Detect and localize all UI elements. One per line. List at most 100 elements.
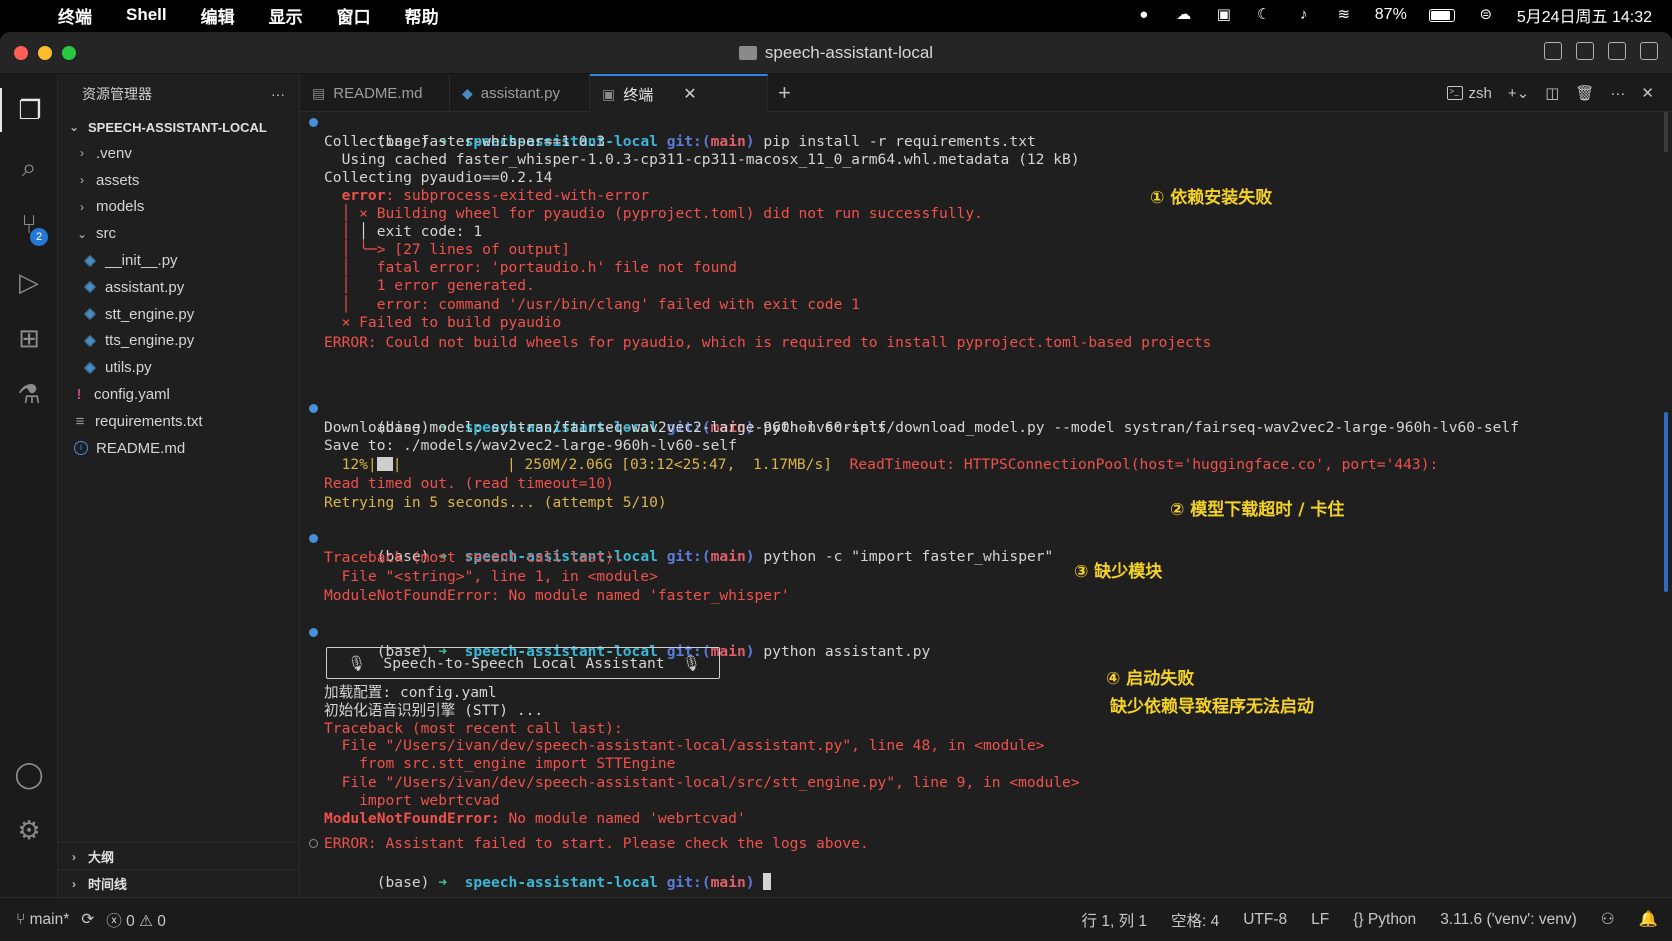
menu-app[interactable]: 终端 — [42, 3, 109, 28]
window-title: speech-assistant-local — [738, 43, 933, 63]
tree-item-label: .venv — [96, 144, 132, 162]
annotation-dependency-install-failed: ① 依赖安装失败 — [1150, 188, 1273, 208]
prompt-env: (base) — [376, 874, 430, 891]
terminal-cursor — [763, 873, 772, 890]
prompt-arrow: ➜ — [438, 874, 448, 891]
accounts-icon[interactable]: ◯ — [0, 752, 58, 796]
tree-item-assets[interactable]: › assets — [58, 167, 299, 194]
python-interpreter[interactable]: 3.11.6 ('venv': venv) — [1440, 911, 1577, 929]
activity-bar: ❐ ⌕ ⑂ 2 ▷ ⊞ ⚗ ◯ ⚙ — [0, 74, 58, 897]
explorer-icon[interactable]: ❐ — [0, 88, 58, 132]
source-control-icon[interactable]: ⑂ 2 — [0, 202, 58, 246]
window-maximize-button[interactable] — [62, 46, 76, 60]
warning-icon: ⚠ — [139, 912, 153, 930]
problems-status[interactable]: ⓧ 0 ⚠ 0 — [106, 909, 166, 931]
tree-item-venv[interactable]: › .venv — [58, 140, 299, 167]
text-file-icon: ≡ — [75, 412, 85, 430]
yaml-file-icon: ! — [76, 386, 82, 404]
toggle-secondary-sidebar-icon[interactable] — [1608, 42, 1626, 60]
explorer-root-folder[interactable]: ⌄ SPEECH-ASSISTANT-LOCAL — [58, 114, 299, 140]
control-center-icon[interactable]: ⊜ — [1477, 6, 1495, 24]
tab-terminal[interactable]: ▣ 终端 ✕ — [590, 74, 768, 112]
customize-layout-icon[interactable] — [1640, 42, 1658, 60]
command-decoration-dot[interactable] — [309, 118, 318, 127]
settings-gear-icon[interactable]: ⚙ — [0, 808, 58, 852]
menu-view[interactable]: 显示 — [252, 3, 320, 28]
terminal-scrollbar[interactable] — [1664, 412, 1668, 592]
tree-item-readme-md[interactable]: i README.md — [58, 435, 299, 462]
tree-glyph: │ — [324, 241, 360, 258]
split-terminal-icon[interactable]: ◫ — [1545, 84, 1559, 102]
toggle-primary-sidebar-icon[interactable] — [1544, 42, 1562, 60]
tree-item-requirements-txt[interactable]: ≡ requirements.txt — [58, 408, 299, 435]
progress-stats: | | 250M/2.06G [03:12<25:47, 1.17MB/s] — [392, 456, 850, 473]
window-minimize-button[interactable] — [38, 46, 52, 60]
command-decoration-dot[interactable] — [309, 534, 318, 543]
extensions-icon[interactable]: ⊞ — [0, 316, 58, 360]
tray-status-icon[interactable]: ▣ — [1215, 6, 1233, 24]
tree-item-utils-py[interactable]: utils.py — [58, 354, 299, 381]
command-text: python assistant.py — [763, 643, 931, 660]
command-decoration-dot[interactable] — [309, 839, 318, 848]
indentation[interactable]: 空格: 4 — [1171, 909, 1219, 931]
root-folder-label: SPEECH-ASSISTANT-LOCAL — [88, 119, 267, 135]
terminal-panel[interactable]: (base) ➜ speech-assistant-local git:(mai… — [300, 112, 1672, 897]
menubar-clock[interactable]: 5月24日周五 14:32 — [1517, 3, 1652, 27]
tree-item-label: assistant.py — [105, 278, 185, 296]
error-count: 0 — [126, 912, 135, 930]
prompt-branch: main — [710, 133, 746, 150]
terminal-line: │ 1 error generated. — [324, 277, 535, 294]
tree-item-models[interactable]: › models — [58, 194, 299, 221]
volume-icon[interactable]: ♪ — [1295, 6, 1313, 24]
new-terminal-plus-icon[interactable]: +⌄ — [1508, 84, 1529, 102]
timeline-section[interactable]: › 时间线 — [58, 869, 300, 897]
toggle-panel-icon[interactable] — [1576, 42, 1594, 60]
outline-section[interactable]: › 大纲 — [58, 842, 300, 870]
error-icon: ⓧ — [106, 912, 122, 930]
error-keyword: ModuleNotFoundError: — [324, 810, 500, 827]
testing-icon[interactable]: ⚗ — [0, 372, 58, 416]
trash-icon[interactable]: 🗑 — [1575, 84, 1594, 102]
sync-icon[interactable]: ⟳ — [81, 910, 94, 929]
prompt-git-close: ) — [745, 643, 755, 660]
window-close-button[interactable] — [14, 46, 28, 60]
moon-icon[interactable]: ☾ — [1255, 6, 1273, 24]
language-mode[interactable]: {} Python — [1353, 911, 1416, 929]
run-debug-icon[interactable]: ▷ — [0, 260, 58, 304]
tree-item-init-py[interactable]: __init__.py — [58, 247, 299, 274]
menu-window[interactable]: 窗口 — [320, 3, 388, 28]
cloud-icon[interactable]: ☁ — [1175, 6, 1193, 24]
end-of-line[interactable]: LF — [1311, 911, 1329, 929]
command-decoration-dot[interactable] — [309, 628, 318, 637]
sidebar-more-button[interactable]: ··· — [271, 86, 285, 102]
tree-item-config-yaml[interactable]: ! config.yaml — [58, 381, 299, 408]
battery-icon[interactable] — [1428, 8, 1455, 22]
menu-edit[interactable]: 编辑 — [184, 3, 252, 28]
tray-app-icon[interactable]: ● — [1135, 6, 1153, 24]
terminal-line: 加载配置: config.yaml — [324, 684, 497, 701]
copilot-icon[interactable]: ⚇ — [1601, 910, 1615, 929]
menu-help[interactable]: 帮助 — [388, 3, 456, 28]
tree-item-src[interactable]: ⌄ src — [58, 220, 299, 247]
encoding[interactable]: UTF-8 — [1243, 911, 1287, 929]
tree-item-assistant-py[interactable]: assistant.py — [58, 274, 299, 301]
tab-assistant-py[interactable]: ◆ assistant.py — [450, 74, 590, 112]
close-tab-icon[interactable]: ✕ — [683, 84, 696, 104]
tab-readme[interactable]: ▤ README.md — [300, 74, 450, 112]
close-panel-icon[interactable]: ✕ — [1641, 84, 1654, 102]
python-file-icon — [83, 281, 97, 294]
search-icon[interactable]: ⌕ — [0, 146, 58, 190]
macos-menubar: 终端 Shell 编辑 显示 窗口 帮助 ● ☁ ▣ ☾ ♪ ≋ 87% ⊜ 5… — [0, 0, 1672, 30]
more-actions-icon[interactable]: ··· — [1610, 85, 1625, 102]
cursor-position[interactable]: 行 1, 列 1 — [1082, 909, 1147, 931]
tree-item-stt-engine-py[interactable]: stt_engine.py — [58, 301, 299, 328]
tree-item-tts-engine-py[interactable]: tts_engine.py — [58, 328, 299, 355]
git-branch-status[interactable]: ⑂ main* — [16, 911, 69, 929]
notifications-bell-icon[interactable]: 🔔 — [1639, 910, 1658, 929]
command-decoration-dot[interactable] — [309, 404, 318, 413]
terminal-shell-selector[interactable]: >_ zsh — [1446, 85, 1492, 102]
wifi-icon[interactable]: ≋ — [1335, 6, 1353, 24]
chevron-right-icon: › — [72, 876, 76, 891]
menu-shell[interactable]: Shell — [109, 5, 184, 25]
new-tab-plus-icon[interactable]: + — [778, 80, 791, 106]
